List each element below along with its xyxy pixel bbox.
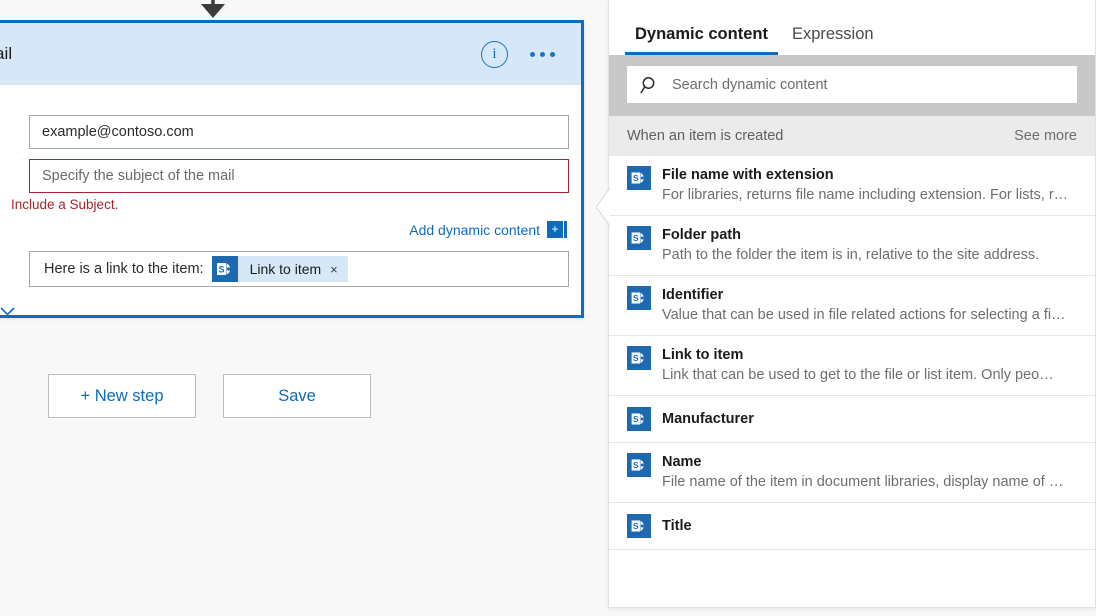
dynamic-content-panel: Dynamic content Expression Search dynami… — [608, 0, 1096, 608]
dynamic-content-item-description: Value that can be used in file related a… — [662, 305, 1077, 325]
add-dynamic-content-button[interactable]: Add dynamic content + — [409, 221, 563, 238]
panel-pointer-caret — [595, 188, 610, 226]
dynamic-content-list: S File name with extensionFor libraries, … — [609, 156, 1095, 607]
dynamic-content-item[interactable]: S Link to itemLink that can be used to ge… — [609, 336, 1095, 396]
subject-field[interactable]: Specify the subject of the mail — [29, 159, 569, 193]
dynamic-content-item-text: Folder pathPath to the folder the item i… — [662, 226, 1077, 265]
dynamic-content-item-description: Link that can be used to get to the file… — [662, 365, 1077, 385]
flow-connector — [196, 0, 230, 22]
dynamic-content-item[interactable]: S Folder pathPath to the folder the item … — [609, 216, 1095, 276]
token-label: Link to item — [238, 261, 331, 277]
sharepoint-icon: S — [627, 514, 651, 538]
dynamic-content-item-text: File name with extensionFor libraries, r… — [662, 166, 1077, 205]
sharepoint-icon: S — [627, 346, 651, 370]
dynamic-content-item-name: Name — [662, 453, 1077, 472]
to-field-value: example@contoso.com — [42, 124, 194, 140]
dynamic-content-item-text: NameFile name of the item in document li… — [662, 453, 1077, 492]
dynamic-content-token[interactable]: S Link to item × — [212, 256, 348, 282]
svg-text:S: S — [633, 414, 639, 424]
plus-icon[interactable]: + — [547, 221, 563, 238]
flow-designer-canvas: ail i example@contoso.com Specify the su… — [0, 0, 608, 616]
dynamic-content-item[interactable]: S IdentifierValue that can be used in fil… — [609, 276, 1095, 336]
body-field[interactable]: Here is a link to the item: S Link to it… — [29, 251, 569, 287]
token-remove-icon[interactable]: × — [330, 262, 340, 277]
group-title: When an item is created — [627, 128, 783, 144]
dynamic-content-item[interactable]: S Title — [609, 503, 1095, 550]
search-icon — [640, 75, 660, 95]
tab-expression[interactable]: Expression — [780, 25, 886, 55]
connector-arrow-icon — [196, 0, 230, 20]
dynamic-content-item-description: For libraries, returns file name includi… — [662, 185, 1077, 205]
svg-text:S: S — [633, 353, 639, 363]
save-button[interactable]: Save — [223, 374, 371, 418]
card-header-actions: i — [481, 41, 567, 68]
svg-text:S: S — [633, 173, 639, 183]
tab-dynamic-content[interactable]: Dynamic content — [623, 25, 780, 55]
svg-text:S: S — [633, 233, 639, 243]
dynamic-content-item-name: Title — [662, 517, 1077, 536]
search-band: Search dynamic content — [609, 55, 1095, 116]
show-advanced-options-link[interactable]: ns — [0, 303, 15, 319]
search-input[interactable]: Search dynamic content — [627, 66, 1077, 103]
svg-text:S: S — [218, 265, 224, 275]
dynamic-content-item-description: Path to the folder the item is in, relat… — [662, 245, 1077, 265]
card-title: ail — [0, 44, 12, 64]
sharepoint-icon: S — [627, 226, 651, 250]
subject-error-message: Include a Subject. — [11, 197, 118, 212]
see-more-link[interactable]: See more — [1014, 128, 1077, 144]
card-header: ail i — [0, 23, 581, 85]
sharepoint-icon: S — [212, 256, 238, 282]
sharepoint-icon: S — [627, 166, 651, 190]
subject-field-placeholder: Specify the subject of the mail — [42, 168, 235, 184]
dynamic-content-item-text: Link to itemLink that can be used to get… — [662, 346, 1077, 385]
body-field-text: Here is a link to the item: — [44, 261, 204, 277]
sharepoint-icon: S — [627, 286, 651, 310]
sharepoint-icon: S — [627, 407, 651, 431]
search-placeholder: Search dynamic content — [672, 77, 828, 93]
dynamic-content-item-text: Manufacturer — [662, 410, 1077, 429]
app-root: ail i example@contoso.com Specify the su… — [0, 0, 1096, 616]
panel-tabs: Dynamic content Expression — [609, 0, 1095, 55]
to-field[interactable]: example@contoso.com — [29, 115, 569, 149]
dynamic-content-item-text: Title — [662, 517, 1077, 536]
dynamic-content-item[interactable]: S NameFile name of the item in document l… — [609, 443, 1095, 503]
dynamic-content-item-name: Identifier — [662, 286, 1077, 305]
dynamic-content-group-header: When an item is created See more — [609, 116, 1095, 156]
sharepoint-icon: S — [627, 453, 651, 477]
dynamic-content-item-name: Manufacturer — [662, 410, 1077, 429]
dynamic-content-item-text: IdentifierValue that can be used in file… — [662, 286, 1077, 325]
dynamic-content-item-name: Folder path — [662, 226, 1077, 245]
dynamic-content-item[interactable]: S Manufacturer — [609, 396, 1095, 443]
dynamic-content-item-name: File name with extension — [662, 166, 1077, 185]
new-step-button[interactable]: + New step — [48, 374, 196, 418]
ellipsis-icon[interactable] — [530, 52, 555, 57]
svg-text:S: S — [633, 460, 639, 470]
send-email-action-card[interactable]: ail i example@contoso.com Specify the su… — [0, 20, 584, 318]
dynamic-content-item-name: Link to item — [662, 346, 1077, 365]
svg-text:S: S — [633, 293, 639, 303]
dynamic-content-item-description: File name of the item in document librar… — [662, 472, 1077, 492]
add-dynamic-content-label: Add dynamic content — [409, 222, 540, 238]
svg-text:S: S — [633, 521, 639, 531]
info-icon[interactable]: i — [481, 41, 508, 68]
dynamic-content-item[interactable]: S File name with extensionFor libraries, … — [609, 156, 1095, 216]
designer-action-buttons: + New step Save — [48, 374, 371, 418]
chevron-down-icon — [0, 307, 15, 316]
